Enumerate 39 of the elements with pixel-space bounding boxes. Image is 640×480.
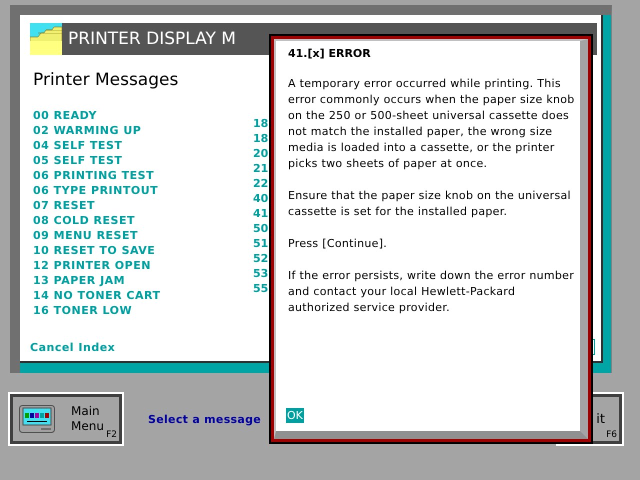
message-link[interactable]: 20 [253, 146, 268, 161]
monitor-icon [19, 405, 55, 433]
message-link[interactable]: 53 [253, 266, 268, 281]
message-link[interactable]: 41 [253, 206, 268, 221]
message-link[interactable]: 52 [253, 251, 268, 266]
message-link[interactable]: 08 COLD RESET [33, 213, 253, 228]
message-link[interactable]: 12 PRINTER OPEN [33, 258, 253, 273]
dialog-paragraph: If the error persists, write down the error number and contact your local Hewlett-Packard authorized service provider. [288, 268, 576, 316]
message-link[interactable]: 09 MENU RESET [33, 228, 253, 243]
dialog-paragraph: Press [Continue]. [288, 236, 388, 252]
message-link[interactable]: 14 NO TONER CART [33, 288, 253, 303]
cancel-index-link[interactable]: Cancel Index [30, 340, 116, 354]
status-text: Select a message [148, 412, 262, 426]
message-link[interactable]: 18 [253, 116, 268, 131]
message-link[interactable]: 06 PRINTING TEST [33, 168, 253, 183]
message-link[interactable]: 00 READY [33, 108, 253, 123]
message-link[interactable]: 02 WARMING UP [33, 123, 253, 138]
message-link[interactable]: 10 RESET TO SAVE [33, 243, 253, 258]
message-link[interactable]: 21 [253, 161, 268, 176]
message-link[interactable]: 22 [253, 176, 268, 191]
folders-icon [30, 23, 62, 55]
dialog-paragraph: A temporary error occurred while printing. This error commonly occurs when the paper size knob on the 250 or 500-sheet universal cassette does not match the installed paper, the wrong size media is loaded into a cassette, or the printer picks two sheets of paper at once. [288, 76, 576, 172]
message-link[interactable]: 50 [253, 221, 268, 236]
message-link[interactable]: 04 SELF TEST [33, 138, 253, 153]
message-link[interactable]: 06 TYPE PRINTOUT [33, 183, 253, 198]
main-menu-button[interactable]: Main Menu F2 [10, 394, 122, 444]
message-link[interactable]: 05 SELF TEST [33, 153, 253, 168]
ok-button[interactable]: OK [286, 408, 304, 423]
message-link[interactable]: 18 [253, 131, 268, 146]
dialog-title: 41.[x] ERROR [288, 47, 372, 60]
dialog-paragraph: Ensure that the paper size knob on the universal cassette is set for the installed paper. [288, 188, 572, 220]
message-link[interactable]: 55 [253, 281, 268, 296]
message-link[interactable]: 13 PAPER JAM [33, 273, 253, 288]
message-link[interactable]: 51 [253, 236, 268, 251]
message-link[interactable]: 07 RESET [33, 198, 253, 213]
heading: Printer Messages [33, 70, 178, 90]
window-title: PRINTER DISPLAY M [68, 29, 236, 49]
message-link[interactable]: 40 [253, 191, 268, 206]
message-link[interactable]: 16 TONER LOW [33, 303, 253, 318]
